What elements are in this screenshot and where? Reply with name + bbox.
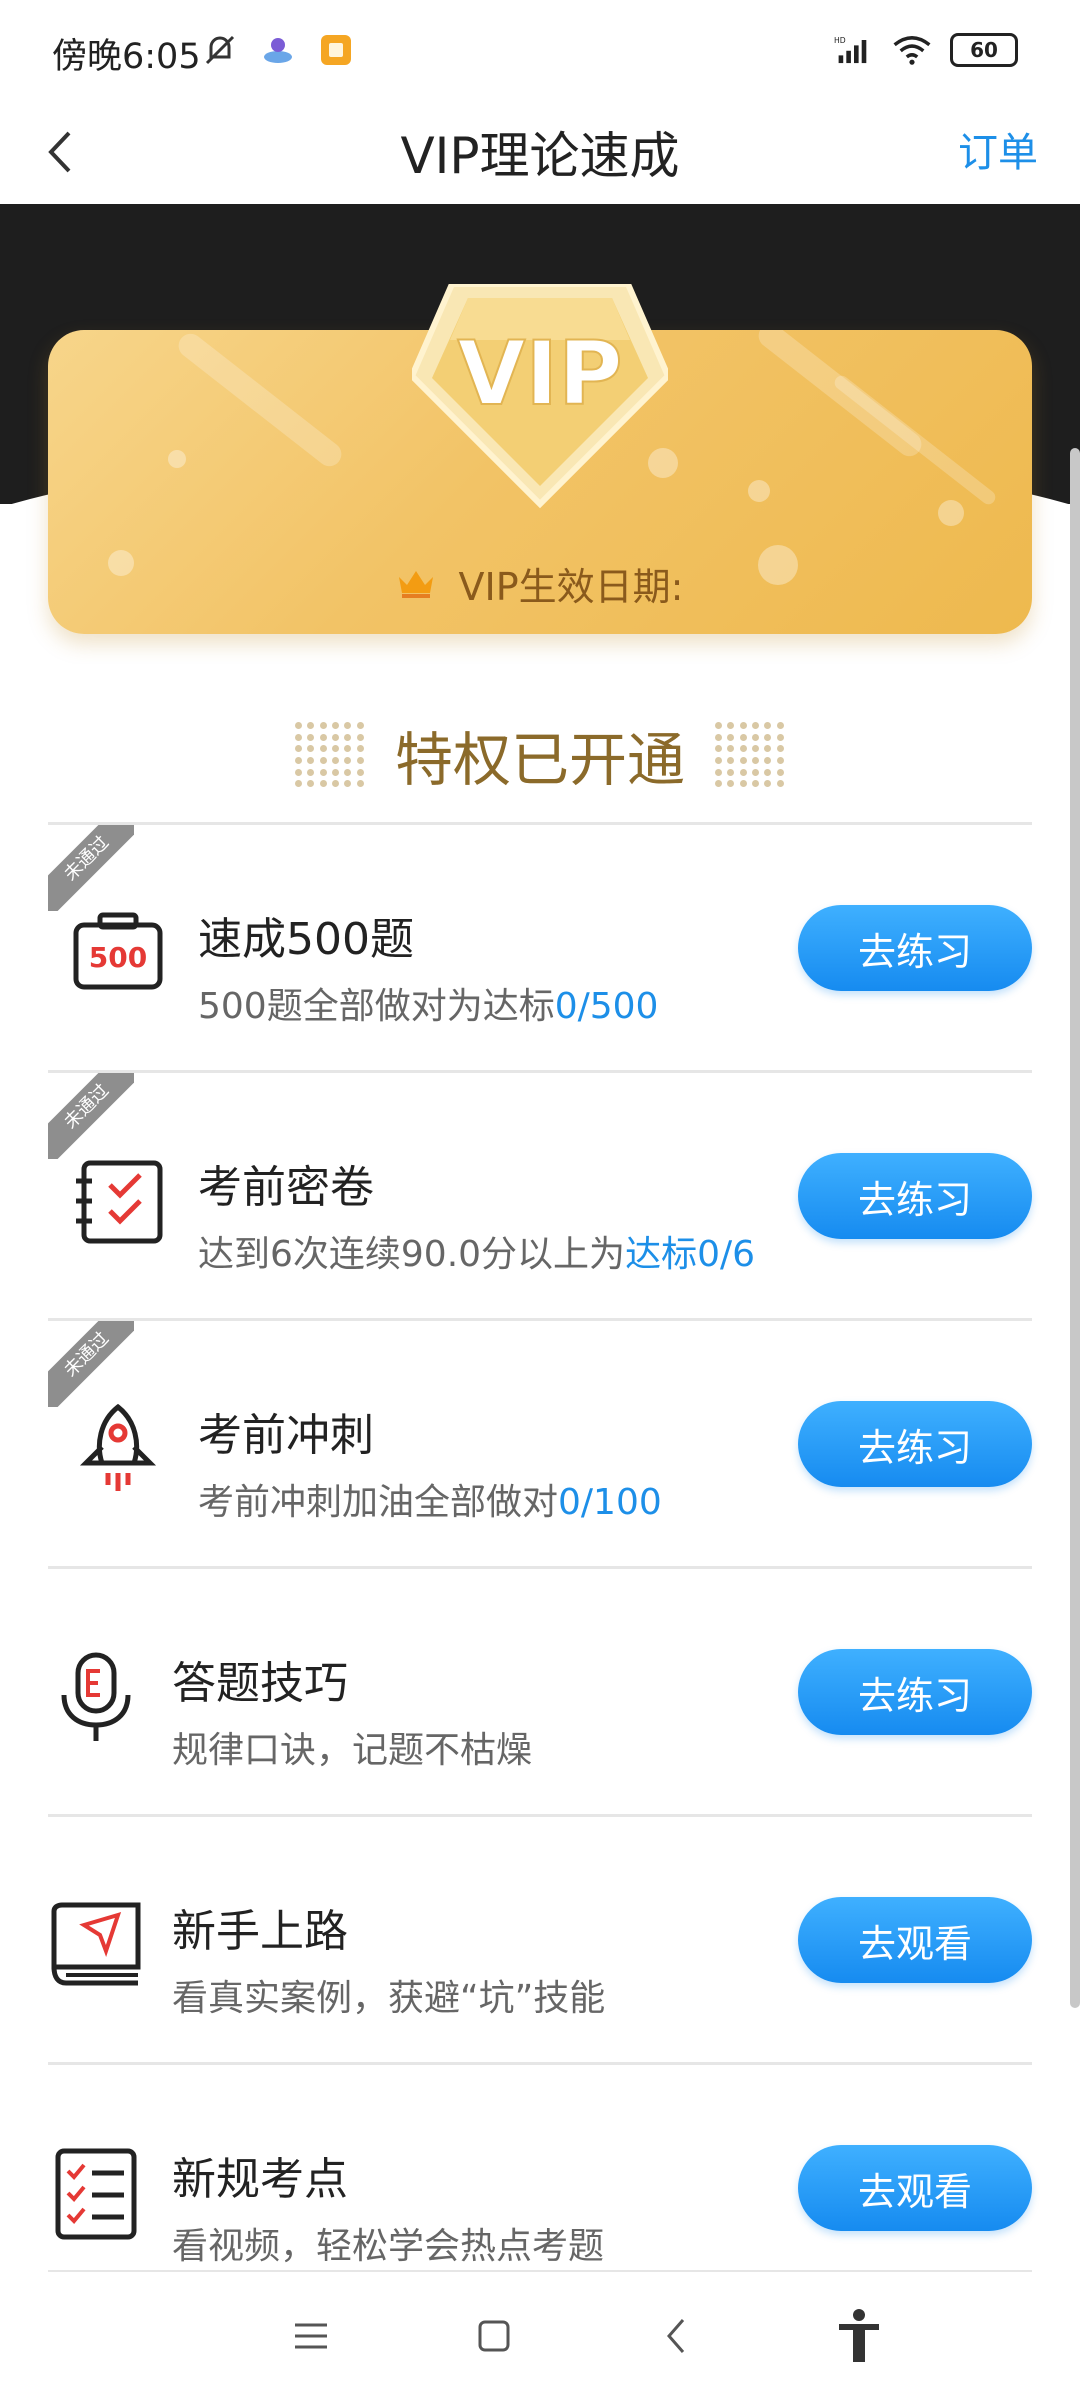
- card-decoration: [938, 500, 964, 526]
- battery-indicator: 60: [950, 33, 1018, 67]
- status-bar: 傍晚6:05 HD 60: [0, 0, 1080, 100]
- not-passed-ribbon: 未通过: [48, 825, 134, 911]
- exam-500-icon: 500: [73, 912, 163, 990]
- practice-button[interactable]: 去练习: [798, 1401, 1032, 1487]
- item-description: 规律口诀，记题不枯燥: [172, 1730, 533, 1771]
- menu-icon: [295, 2323, 328, 2349]
- item-title: 新规考点: [172, 2154, 348, 2205]
- item-description: 500题全部做对为达标0/500: [198, 986, 659, 1027]
- list-item-speed-500: 未通过 500 速成500题 500题全部做对为达标0/500 去练习: [48, 822, 1032, 1070]
- dots-decoration-right: [715, 722, 785, 788]
- microphone-icon: [61, 1652, 131, 1741]
- home-button[interactable]: [454, 2296, 534, 2376]
- svg-text:HD: HD: [834, 36, 846, 45]
- vip-date-label: VIP生效日期:: [458, 565, 684, 609]
- list-item-answer-tips: 答题技巧 规律口诀，记题不枯燥 去练习: [48, 1566, 1032, 1814]
- practice-button[interactable]: 去练习: [798, 1153, 1032, 1239]
- nav-back-button[interactable]: [636, 2296, 716, 2376]
- card-decoration: [168, 450, 186, 468]
- status-notifications: [200, 30, 356, 70]
- menu-button[interactable]: [271, 2296, 351, 2376]
- item-progress: 0/500: [554, 986, 659, 1027]
- item-title: 答题技巧: [172, 1658, 348, 1709]
- feature-list: 未通过 500 速成500题 500题全部做对为达标0/500 去练习 未通过 …: [48, 822, 1032, 2272]
- wifi-icon: [892, 30, 932, 70]
- orders-link[interactable]: 订单: [958, 120, 1038, 178]
- vip-badge-text: VIP: [457, 322, 622, 425]
- item-description: 看真实案例，获避“坑”技能: [172, 1978, 606, 2019]
- practice-button[interactable]: 去练习: [798, 1649, 1032, 1735]
- guide-book-icon: [51, 1902, 141, 1986]
- item-description: 看视频，轻松学会热点考题: [172, 2226, 605, 2267]
- practice-button[interactable]: 去练习: [798, 905, 1032, 991]
- list-item-new-rules: 新规考点 看视频，轻松学会热点考题 去观看: [48, 2062, 1032, 2272]
- signal-icon: HD: [834, 30, 874, 70]
- gallery-notification-icon: [316, 30, 356, 70]
- item-title: 速成500题: [198, 914, 414, 965]
- svg-text:500: 500: [89, 941, 147, 974]
- accessibility-button[interactable]: [819, 2296, 899, 2376]
- accessibility-icon: [838, 2309, 879, 2362]
- card-decoration: [753, 330, 927, 462]
- list-item-beginner-guide: 新手上路 看真实案例，获避“坑”技能 去观看: [48, 1814, 1032, 2062]
- watch-button[interactable]: 去观看: [798, 1897, 1032, 1983]
- checklist-icon: [55, 2148, 137, 2240]
- card-decoration: [748, 480, 770, 502]
- app-notification-icon: [258, 30, 298, 70]
- status-system: HD 60: [834, 30, 1018, 70]
- page-title: VIP理论速成: [400, 127, 680, 185]
- status-time: 傍晚6:05: [52, 37, 201, 77]
- item-description: 考前冲刺加油全部做对0/100: [198, 1482, 662, 1523]
- dots-decoration-left: [294, 722, 365, 788]
- section-header: 特权已开通: [0, 710, 1080, 800]
- item-title: 考前密卷: [198, 1162, 374, 1213]
- item-progress: 达标0/6: [625, 1234, 756, 1275]
- card-decoration: [831, 372, 999, 508]
- not-passed-ribbon: 未通过: [48, 1321, 134, 1407]
- watch-button[interactable]: 去观看: [798, 2145, 1032, 2231]
- not-passed-ribbon: 未通过: [48, 1073, 134, 1159]
- section-title: 特权已开通: [394, 726, 685, 794]
- system-nav-bar: [0, 2272, 1080, 2400]
- vip-badge: VIP: [412, 284, 668, 509]
- item-progress: 0/100: [558, 1482, 662, 1523]
- crown-icon: [398, 570, 433, 598]
- item-title: 新手上路: [172, 1906, 348, 1957]
- checklist-book-icon: [76, 1160, 163, 1244]
- rocket-icon: [79, 1403, 157, 1491]
- mute-icon: [200, 30, 240, 70]
- vip-hero: VIP VIP生效日期:: [0, 204, 1080, 664]
- list-item-mock-paper: 未通过 考前密卷 达到6次连续90.0分以上为达标0/6 去练习: [48, 1070, 1032, 1318]
- item-description: 达到6次连续90.0分以上为达标0/6: [198, 1234, 756, 1275]
- home-square-icon: [478, 2320, 510, 2352]
- scrollbar[interactable]: [1070, 448, 1080, 2008]
- chevron-left-icon: [667, 2319, 685, 2353]
- list-item-final-sprint: 未通过 考前冲刺 考前冲刺加油全部做对0/100 去练习: [48, 1318, 1032, 1566]
- vip-date-row: VIP生效日期:: [0, 556, 1080, 611]
- card-decoration: [173, 330, 347, 472]
- app-header: VIP理论速成 订单: [0, 100, 1080, 204]
- item-title: 考前冲刺: [198, 1410, 374, 1461]
